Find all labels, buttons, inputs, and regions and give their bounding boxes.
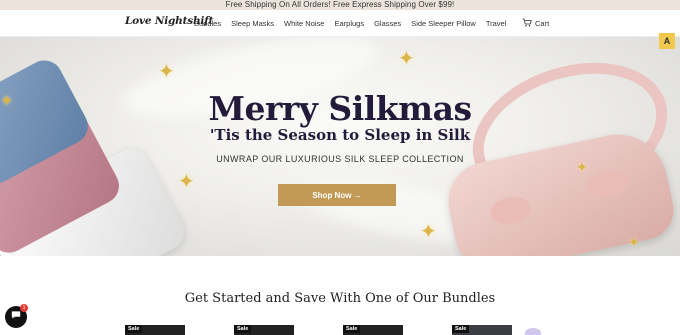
sale-badge: Sale (343, 325, 361, 333)
chat-notification-badge: 1 (20, 304, 28, 312)
mask-eye-pad (585, 167, 630, 202)
accessibility-button[interactable]: A (659, 33, 675, 49)
shop-now-button[interactable]: Shop Now → (278, 184, 396, 206)
nav-bundles[interactable]: Bundles (194, 19, 221, 28)
star-icon: ✦ (420, 221, 437, 243)
main-nav: Bundles Sleep Masks White Noise Earplugs… (194, 19, 516, 28)
hero-title: Merry Silkmas (208, 89, 472, 128)
nav-travel[interactable]: Travel (486, 19, 507, 28)
sale-badge: Sale (452, 325, 470, 333)
nav-earplugs[interactable]: Earplugs (334, 19, 364, 28)
mask-eye-pad (488, 193, 533, 228)
bundles-section-title: Get Started and Save With One of Our Bun… (184, 291, 496, 306)
cart-label: Cart (535, 19, 550, 28)
announcement-bar: Free Shipping On All Orders! Free Expres… (0, 0, 680, 10)
cart-link[interactable]: Cart (522, 18, 549, 29)
star-icon: ✦ (628, 234, 640, 250)
bundle-card[interactable]: Sale (234, 325, 294, 335)
bundle-card[interactable]: Sale (452, 325, 512, 335)
product-image (525, 328, 541, 335)
bundle-card[interactable]: Sale (343, 325, 403, 335)
sale-badge: Sale (125, 325, 143, 333)
announcement-text: Free Shipping On All Orders! Free Expres… (225, 0, 455, 9)
nav-glasses[interactable]: Glasses (374, 19, 401, 28)
nav-sleep-masks[interactable]: Sleep Masks (231, 19, 274, 28)
hero-banner: ✦ ✦ ✦ ✦ ✦ ✦ ✦ Merry Silkmas 'Tis the Sea… (0, 37, 680, 256)
site-header: Love Nightshift Bundles Sleep Masks Whit… (0, 10, 680, 37)
star-icon: ✦ (178, 171, 195, 193)
cart-icon (522, 18, 532, 29)
star-icon: ✦ (158, 61, 175, 83)
sale-badge: Sale (234, 325, 252, 333)
nav-white-noise[interactable]: White Noise (284, 19, 324, 28)
hero-tagline: UNWRAP OUR LUXURIOUS SILK SLEEP COLLECTI… (216, 154, 464, 164)
star-icon: ✦ (398, 48, 415, 70)
bundle-card[interactable]: Sale (125, 325, 185, 335)
nav-side-sleeper-pillow[interactable]: Side Sleeper Pillow (411, 19, 476, 28)
hero-subtitle: 'Tis the Season to Sleep in Silk (209, 126, 471, 144)
